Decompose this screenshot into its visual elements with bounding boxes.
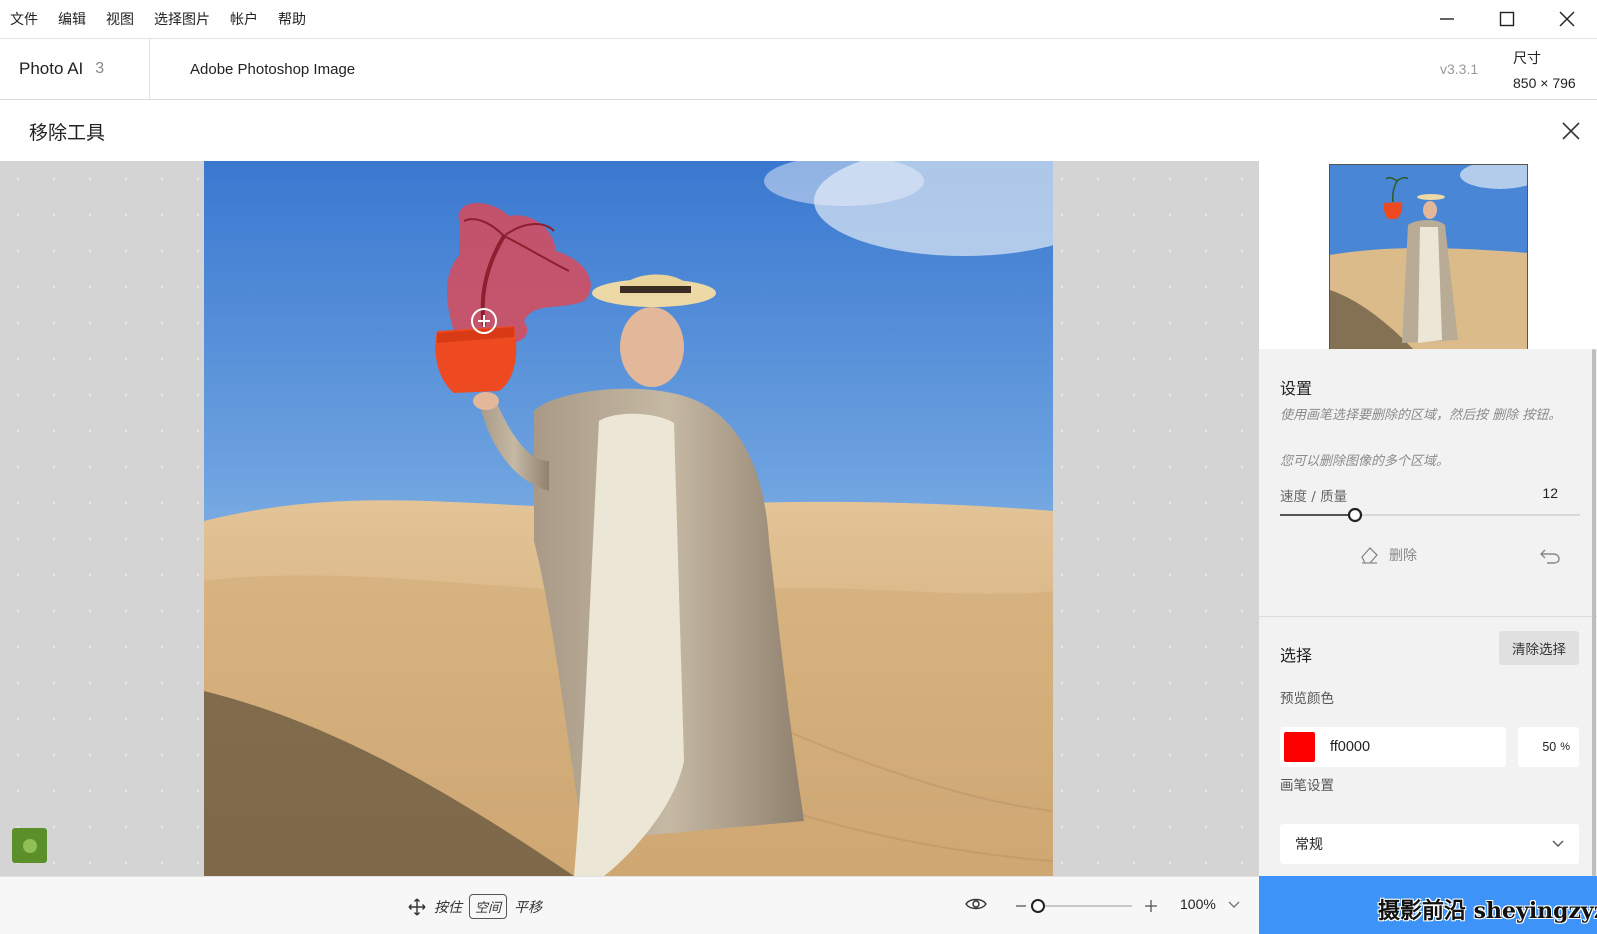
menu-account[interactable]: 帐户 [230, 9, 258, 29]
menu-bar: 文件 编辑 视图 选择图片 帐户 帮助 [0, 0, 1597, 38]
selection-title: 选择 [1280, 646, 1313, 665]
speed-quality-label: 速度 / 质量 [1280, 489, 1348, 505]
zoom-slider[interactable] [1012, 895, 1162, 917]
eraser-icon [1361, 547, 1378, 564]
speed-quality-slider[interactable] [1280, 505, 1580, 525]
maximize-button[interactable] [1477, 0, 1537, 38]
menu-help[interactable]: 帮助 [278, 9, 306, 29]
brush-settings-label: 画笔设置 [1280, 778, 1334, 794]
chevron-down-icon[interactable] [1227, 897, 1241, 911]
clear-selection-button[interactable]: 清除选择 [1499, 631, 1579, 665]
panel-scrollbar[interactable] [1592, 349, 1596, 876]
minimize-button[interactable] [1417, 0, 1477, 38]
app-name: Photo AI [19, 59, 84, 78]
zoom-value[interactable]: 100% [1180, 896, 1216, 912]
speed-quality-value: 12 [1542, 485, 1558, 501]
image-dimensions: 尺寸 850 × 796 [1513, 47, 1576, 95]
speed-quality-handle [1347, 507, 1363, 523]
tool-header: 移除工具 [0, 100, 1597, 161]
delete-button[interactable]: 删除 [1359, 545, 1417, 565]
window-controls [1417, 0, 1597, 38]
navigator-thumbnail[interactable] [1329, 164, 1528, 350]
eye-icon[interactable] [965, 896, 987, 912]
selection-section: 选择 清除选择 预览颜色 ff0000 50 % 画笔设置 常规 [1259, 617, 1597, 876]
chevron-down-icon [1552, 840, 1564, 847]
settings-note-2: 您可以删除图像的多个区域。 [1280, 454, 1450, 469]
opacity-value: 50 [1542, 740, 1557, 754]
version-label: v3.3.1 [1440, 61, 1479, 77]
canvas-toolbar: 按住 空间 平移 100% [0, 876, 1259, 934]
menu-file[interactable]: 文件 [10, 9, 38, 29]
dimensions-value: 850 × 796 [1513, 75, 1576, 91]
app-header: Photo AI 3 Adobe Photoshop Image v3.3.1 … [0, 38, 1597, 100]
brush-mode-select[interactable]: 常规 [1280, 824, 1579, 864]
close-tool-icon[interactable] [1558, 118, 1584, 144]
photo-image [204, 161, 1053, 876]
menu-view[interactable]: 视图 [106, 9, 134, 29]
preview-color-label: 预览颜色 [1280, 691, 1334, 707]
opacity-unit: % [1560, 741, 1570, 753]
dimensions-label: 尺寸 [1513, 51, 1541, 67]
space-key: 空间 [469, 894, 508, 919]
app-brand: Photo AI 3 [19, 39, 104, 99]
close-icon [1559, 11, 1575, 27]
document-title: Adobe Photoshop Image [190, 60, 356, 78]
menu-edit[interactable]: 编辑 [58, 9, 86, 29]
photo[interactable] [204, 161, 1053, 876]
header-divider [149, 39, 150, 99]
app-version-number: 3 [95, 60, 105, 77]
watermark: 摄影前沿 sheyingzyz.com [1378, 898, 1597, 924]
preview-color-field[interactable]: ff0000 [1280, 727, 1506, 767]
color-hex-value: ff0000 [1330, 739, 1371, 755]
tool-title: 移除工具 [29, 122, 106, 144]
settings-title: 设置 [1280, 379, 1313, 398]
settings-note-1: 使用画笔选择要删除的区域，然后按 删除 按钮。 [1280, 408, 1562, 423]
menu-select-image[interactable]: 选择图片 [154, 9, 210, 29]
undo-icon[interactable] [1539, 547, 1561, 565]
brush-mode-value: 常规 [1295, 837, 1323, 853]
color-swatch[interactable] [1284, 732, 1315, 762]
mask-dot [22, 838, 37, 853]
hold-label: 按住 [434, 899, 462, 916]
pan-label: 平移 [514, 899, 543, 916]
navigator [1259, 161, 1597, 350]
zoom-handle [1031, 899, 1045, 913]
mask-indicator[interactable] [12, 828, 47, 863]
maximize-icon [1499, 11, 1515, 27]
delete-label: 删除 [1389, 548, 1417, 564]
minimize-icon [1440, 18, 1454, 20]
settings-section: 设置 使用画笔选择要删除的区域，然后按 删除 按钮。 您可以删除图像的多个区域。… [1259, 349, 1597, 620]
opacity-field[interactable]: 50 % [1518, 727, 1579, 767]
close-window-button[interactable] [1537, 0, 1597, 38]
right-panel: 设置 使用画笔选择要删除的区域，然后按 删除 按钮。 您可以删除图像的多个区域。… [1259, 161, 1597, 876]
pan-hint: 按住 空间 平移 [408, 894, 542, 919]
thumbnail-image [1330, 165, 1527, 349]
move-icon [408, 898, 426, 915]
